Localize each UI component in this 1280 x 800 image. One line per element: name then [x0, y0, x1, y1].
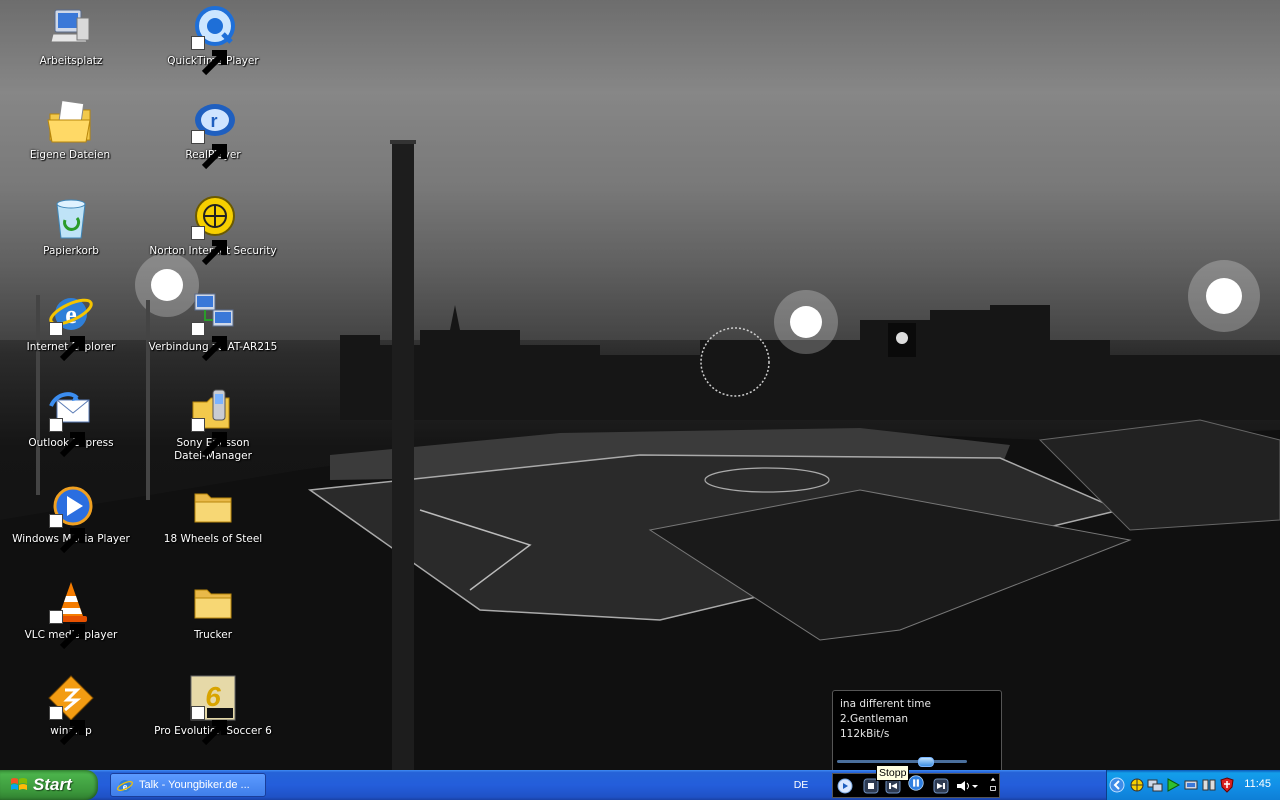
player-scroll-arrows-icon[interactable]: [989, 776, 997, 792]
start-button[interactable]: Start: [0, 770, 98, 800]
taskbar: Start e Talk - Youngbiker.de ... DE 11:4…: [0, 770, 1280, 800]
seek-bar[interactable]: [837, 757, 967, 767]
start-label: Start: [33, 775, 72, 794]
shortcut-arrow-icon: [49, 418, 85, 458]
shortcut-arrow-icon: [191, 226, 227, 266]
folder-icon: [189, 482, 237, 530]
desktop-icon-recycle-bin[interactable]: Papierkorb: [5, 194, 137, 258]
track-title: 2.Gentleman: [840, 713, 909, 725]
track-bitrate: 112kBit/s: [840, 728, 890, 740]
tooltip: Stopp: [876, 765, 910, 781]
next-track-icon[interactable]: [933, 778, 949, 794]
windows-flag-icon: [11, 778, 27, 790]
system-tray: 11:45: [1106, 770, 1280, 800]
internet-explorer-icon: e: [47, 290, 95, 362]
shortcut-arrow-icon: [49, 514, 85, 554]
clock[interactable]: 11:45: [1244, 778, 1271, 790]
taskbar-button-talk-youngbiker[interactable]: e Talk - Youngbiker.de ...: [110, 773, 266, 797]
internet-explorer-icon: e: [117, 780, 133, 793]
security-shield-tray-icon[interactable]: [1219, 777, 1235, 793]
desktop-icon-network-connection[interactable]: Verbindung zu AT-AR215: [147, 290, 279, 362]
sony-ericsson-icon: [189, 386, 237, 458]
shortcut-arrow-icon: [191, 322, 227, 362]
media-play-tray-icon[interactable]: [1165, 777, 1181, 793]
quicktime-icon: [189, 4, 237, 76]
track-album: ina different time: [840, 698, 931, 710]
desktop-icon-vlc[interactable]: VLC media player: [5, 578, 137, 650]
desktop-icon-my-computer[interactable]: Arbeitsplatz: [5, 4, 137, 68]
language-indicator[interactable]: DE: [788, 777, 814, 793]
winamp-icon: [47, 674, 95, 746]
desktop-icon-label: Trucker: [193, 629, 233, 641]
desktop-icon-outlook-express[interactable]: Outlook Express: [5, 386, 137, 458]
pes6-icon: 6: [189, 674, 237, 746]
desktop-icon-norton[interactable]: Norton Internet Security: [147, 194, 279, 266]
network-connection-icon: [189, 290, 237, 362]
desktop-icon-label: Eigene Dateien: [29, 149, 111, 161]
desktop-icon-18-wheels-of-steel[interactable]: 18 Wheels of Steel: [147, 482, 279, 546]
svg-text:r: r: [210, 111, 217, 131]
taskbar-button-label: Talk - Youngbiker.de ...: [139, 779, 250, 791]
desktop-icon-winamp[interactable]: winamp: [5, 674, 137, 746]
shortcut-arrow-icon: [191, 418, 227, 458]
shortcut-arrow-icon: [49, 706, 85, 746]
shortcut-arrow-icon: [49, 322, 85, 362]
shortcut-arrow-icon: [49, 610, 85, 650]
desktop-icon-internet-explorer[interactable]: e Internet Explorer: [5, 290, 137, 362]
desktop-icon-my-documents[interactable]: Eigene Dateien: [4, 98, 136, 162]
tray-expand-chevron-icon[interactable]: [1109, 777, 1125, 793]
recycle-bin-icon: [47, 194, 95, 242]
desktop-icon-label: Papierkorb: [43, 245, 99, 257]
shortcut-arrow-icon: [191, 706, 227, 746]
desktop-icon-sony-ericsson[interactable]: Sony Ericsson Datei-Manager: [147, 386, 279, 463]
shortcut-arrow-icon: [191, 36, 227, 76]
desktop-icon-pes6[interactable]: 6 Pro Evolution Soccer 6: [147, 674, 279, 746]
norton-tray-icon[interactable]: [1129, 777, 1145, 793]
media-player-taskbar-toolbar: [832, 773, 1000, 798]
folder-icon: [189, 578, 237, 626]
shortcut-arrow-icon: [191, 130, 227, 170]
my-documents-icon: [46, 98, 94, 146]
desktop-icon-quicktime[interactable]: QuickTime Player: [147, 4, 279, 76]
desktop-icon-label: 18 Wheels of Steel: [163, 533, 263, 545]
usb-device-tray-icon[interactable]: [1201, 777, 1217, 793]
connection-tray-icon[interactable]: [1183, 777, 1199, 793]
desktop-icon-windows-media-player[interactable]: Windows Media Player: [5, 482, 137, 554]
desktop-icon-label: Arbeitsplatz: [39, 55, 103, 67]
network-tray-icon[interactable]: [1147, 777, 1163, 793]
realplayer-icon: r: [189, 98, 237, 170]
windows-media-player-icon: [47, 482, 95, 554]
norton-icon: [189, 194, 237, 266]
vlc-icon: [47, 578, 95, 650]
media-player-info-popup: ina different time 2.Gentleman 112kBit/s: [832, 690, 1002, 774]
my-computer-icon: [47, 4, 95, 52]
seek-knob[interactable]: [918, 757, 934, 767]
desktop-icon-trucker[interactable]: Trucker: [147, 578, 279, 642]
restore-player-icon[interactable]: [837, 778, 853, 794]
desktop-icon-realplayer[interactable]: r RealPlayer: [147, 98, 279, 170]
volume-icon[interactable]: [955, 778, 979, 794]
outlook-express-icon: [47, 386, 95, 458]
